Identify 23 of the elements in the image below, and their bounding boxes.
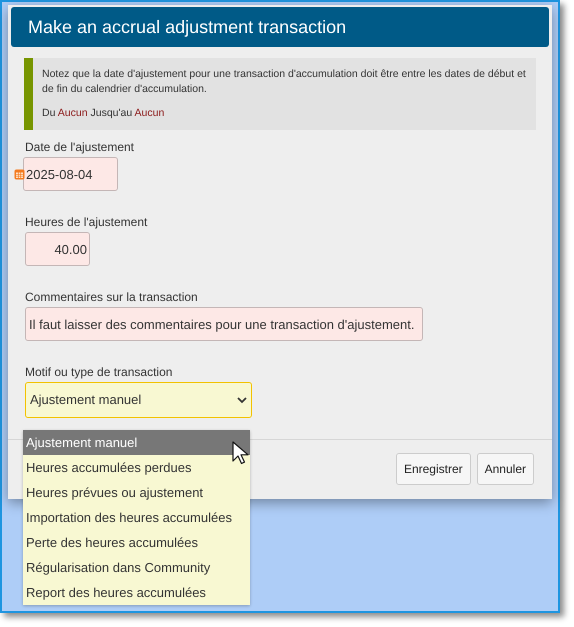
comment-field[interactable]: Il faut laisser des commentaires pour une transaction d'ajustement. — [25, 307, 423, 341]
dropdown-option[interactable]: Report des heures accumulées — [23, 580, 250, 605]
notice-text: Notez que la date d'ajustement pour une transaction d'accumulation doit être entre les dates de début et de fin du calendrier d'accumulation. — [42, 67, 526, 97]
field-label: Date de l'ajustement — [25, 139, 134, 155]
dialog-title: Make an accrual adjustment transaction — [28, 16, 346, 39]
field-label: Heures de l'ajustement — [25, 214, 148, 230]
save-button[interactable]: Enregistrer — [396, 452, 471, 484]
dropdown-option[interactable]: Régularisation dans Community — [23, 555, 250, 580]
reason-dropdown[interactable]: Ajustement manuel — [25, 382, 252, 418]
hours-field[interactable]: 40.00 — [25, 232, 90, 266]
dropdown-option[interactable]: Ajustement manuel — [23, 430, 250, 455]
dropdown-option[interactable]: Perte des heures accumulées — [23, 530, 250, 555]
chevron-down-icon — [237, 396, 247, 404]
field-label: Motif ou type de transaction — [25, 364, 172, 380]
date-range-text: Du Aucun Jusqu'au Aucun — [42, 106, 166, 121]
cancel-button[interactable]: Annuler — [476, 452, 534, 484]
dropdown-option[interactable]: Heures prévues ou ajustement — [23, 480, 250, 505]
mouse-pointer-icon — [232, 441, 249, 465]
field-label: Commentaires sur la transaction — [25, 289, 198, 305]
dropdown-option[interactable]: Importation des heures accumulées — [23, 505, 250, 530]
dropdown-option[interactable]: Heures accumulées perdues — [23, 455, 250, 480]
calendar-icon[interactable] — [14, 168, 25, 180]
date-field[interactable]: 2025-08-04 — [23, 157, 118, 191]
